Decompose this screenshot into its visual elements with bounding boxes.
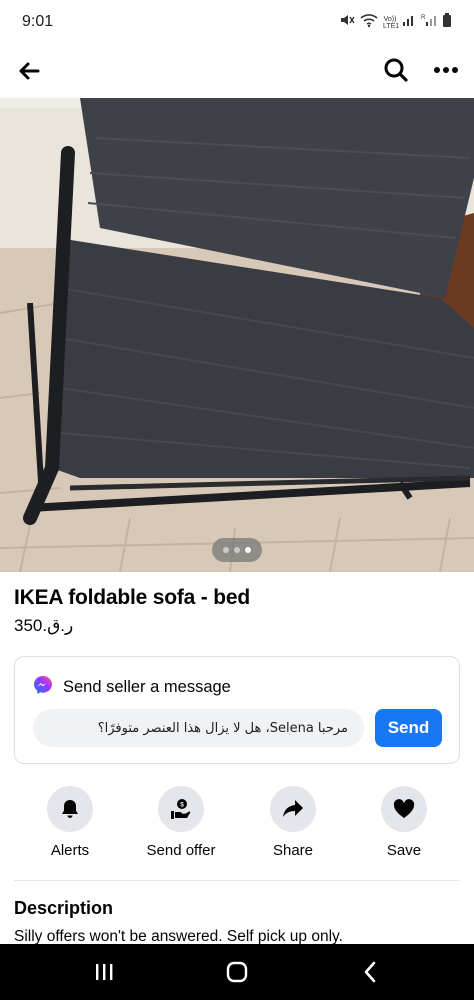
- signal-r-icon: R: [421, 13, 437, 32]
- recents-button[interactable]: [92, 962, 116, 982]
- volte-icon: Vo)) LTE1: [383, 15, 400, 30]
- svg-text:R: R: [421, 15, 426, 21]
- battery-icon: [442, 12, 452, 33]
- page-dot: [234, 547, 240, 553]
- bell-icon: [62, 800, 78, 818]
- back-button[interactable]: [14, 56, 44, 86]
- message-input[interactable]: [33, 709, 364, 747]
- send-offer-button[interactable]: $ Send offer: [126, 786, 236, 859]
- sofa-bed-image: [0, 98, 474, 572]
- home-icon: [226, 961, 248, 983]
- arrow-left-icon: [19, 62, 40, 80]
- share-button[interactable]: Share: [238, 786, 348, 859]
- signal-icon: [402, 13, 416, 32]
- send-offer-label: Send offer: [146, 842, 216, 859]
- alerts-label: Alerts: [50, 842, 90, 859]
- system-back-button[interactable]: [360, 960, 380, 984]
- more-horizontal-icon: [434, 67, 458, 73]
- recents-icon: [96, 964, 113, 980]
- share-icon-circle: [270, 786, 316, 832]
- page-dot: [223, 547, 229, 553]
- share-label: Share: [272, 842, 314, 859]
- save-label: Save: [386, 842, 422, 859]
- page-dot-active: [245, 547, 251, 553]
- description-heading: Description: [14, 898, 114, 918]
- send-button[interactable]: Send: [375, 709, 442, 747]
- alerts-icon-circle: [47, 786, 93, 832]
- message-card-header: Send seller a message: [33, 675, 231, 700]
- status-icons: Vo)) LTE1 R: [339, 12, 452, 33]
- listing-title: IKEA foldable sofa - bed: [14, 586, 250, 609]
- search-icon: [384, 58, 408, 82]
- action-row: Alerts $ Send offer Share Save: [0, 786, 474, 866]
- send-seller-message-card: Send seller a message Send: [14, 656, 460, 764]
- message-card-title: Send seller a message: [63, 678, 231, 696]
- heart-icon: [393, 799, 415, 818]
- mute-icon: [339, 12, 355, 33]
- section-divider: [14, 880, 460, 881]
- product-photo[interactable]: [0, 98, 474, 572]
- save-button[interactable]: Save: [349, 786, 459, 859]
- send-offer-icon-circle: $: [158, 786, 204, 832]
- chevron-left-icon: [364, 961, 376, 983]
- top-navigation: [0, 44, 474, 98]
- alerts-button[interactable]: Alerts: [15, 786, 125, 859]
- send-offer-icon: $: [171, 799, 191, 819]
- save-icon-circle: [381, 786, 427, 832]
- more-options-button[interactable]: [430, 54, 462, 86]
- listing-price: ر.ق.350: [14, 616, 74, 635]
- photo-pagination-dots[interactable]: [212, 538, 262, 562]
- status-time: 9:01: [22, 13, 54, 30]
- search-button[interactable]: [380, 54, 412, 86]
- share-arrow-icon: [283, 800, 303, 817]
- svg-text:$: $: [180, 802, 184, 809]
- status-bar: 9:01 Vo)) LTE1 R: [0, 0, 474, 44]
- messenger-icon: [33, 675, 53, 700]
- home-button[interactable]: [226, 961, 248, 983]
- wifi-icon: [360, 12, 378, 33]
- system-navigation-bar: [0, 944, 474, 1000]
